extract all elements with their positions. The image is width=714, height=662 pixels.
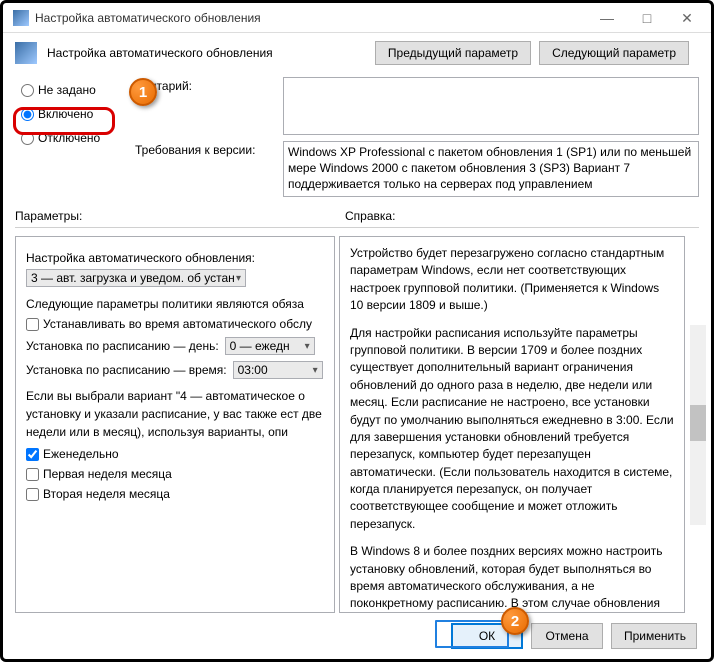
chevron-down-icon: ▾ (305, 341, 310, 352)
schedule-day-combo[interactable]: 0 — ежедн ▾ (225, 337, 315, 355)
schedule-time-value: 03:00 (238, 363, 268, 377)
outer-scrollbar[interactable] (689, 236, 707, 613)
params-label: Параметры: (15, 209, 345, 223)
chk-install-during-maintenance[interactable]: Устанавливать во время автоматического о… (26, 317, 326, 331)
param-option4-note: Если вы выбрали вариант "4 — автоматичес… (26, 387, 326, 441)
minimize-button[interactable]: — (587, 3, 627, 33)
help-label: Справка: (345, 209, 699, 223)
radio-disabled-input[interactable] (21, 132, 34, 145)
cancel-button[interactable]: Отмена (531, 623, 603, 649)
window-title: Настройка автоматического обновления (35, 11, 587, 25)
version-requirements[interactable]: Windows XP Professional с пакетом обновл… (283, 141, 699, 197)
chk-first-week-label: Первая неделя месяца (43, 467, 172, 481)
scrollbar-track[interactable] (690, 325, 706, 525)
chk-install-during-maintenance-label: Устанавливать во время автоматического о… (43, 317, 312, 331)
chk-first-week[interactable]: Первая неделя месяца (26, 467, 326, 481)
chk-weekly-input[interactable] (26, 448, 39, 461)
help-para-3: В Windows 8 и более поздних версиях можн… (350, 543, 674, 613)
chk-install-during-maintenance-input[interactable] (26, 318, 39, 331)
param-mandatory-note: Следующие параметры политики являются об… (26, 297, 326, 311)
comment-input[interactable] (283, 77, 699, 135)
state-radio-group: Не задано Включено Отключено (21, 77, 129, 197)
radio-disabled[interactable]: Отключено (21, 131, 129, 145)
radio-enabled[interactable]: Включено (21, 107, 129, 121)
chevron-down-icon: ▾ (313, 365, 318, 376)
policy-icon (15, 42, 37, 64)
footer: ОК Отмена Применить (3, 613, 711, 659)
chk-weekly[interactable]: Еженедельно (26, 447, 326, 461)
param-update-config-label: Настройка автоматического обновления: (26, 251, 326, 265)
radio-disabled-label: Отключено (38, 131, 100, 145)
annotation-marker-2: 2 (501, 607, 529, 635)
divider (15, 227, 699, 228)
chk-second-week[interactable]: Вторая неделя месяца (26, 487, 326, 501)
radio-not-configured[interactable]: Не задано (21, 83, 129, 97)
scrollbar-thumb[interactable] (690, 405, 706, 441)
close-button[interactable]: ✕ (667, 3, 707, 33)
version-text: Windows XP Professional с пакетом обновл… (288, 145, 691, 191)
maximize-button[interactable]: □ (627, 3, 667, 33)
chk-weekly-label: Еженедельно (43, 447, 119, 461)
comment-label: ментарий: (135, 77, 275, 135)
titlebar: Настройка автоматического обновления — □… (3, 3, 711, 33)
help-para-2: Для настройки расписания используйте пар… (350, 325, 674, 534)
radio-not-configured-input[interactable] (21, 84, 34, 97)
update-config-combo[interactable]: 3 — авт. загрузка и уведом. об устан ▾ (26, 269, 246, 287)
annotation-marker-1: 1 (129, 78, 157, 106)
next-setting-button[interactable]: Следующий параметр (539, 41, 689, 65)
param-schedule-day-label: Установка по расписанию — день: (26, 339, 219, 353)
update-config-value: 3 — авт. загрузка и уведом. об устан (31, 271, 235, 285)
param-schedule-time-label: Установка по расписанию — время: (26, 363, 227, 377)
help-pane[interactable]: Устройство будет перезагружено согласно … (339, 236, 685, 613)
radio-not-configured-label: Не задано (38, 83, 96, 97)
version-label: Требования к версии: (135, 141, 275, 197)
radio-enabled-input[interactable] (21, 108, 34, 121)
radio-enabled-label: Включено (38, 107, 93, 121)
chk-second-week-input[interactable] (26, 488, 39, 501)
app-icon (13, 10, 29, 26)
chevron-down-icon: ▾ (236, 273, 241, 284)
schedule-day-value: 0 — ежедн (230, 339, 290, 353)
header: Настройка автоматического обновления Пре… (3, 33, 711, 73)
apply-button[interactable]: Применить (611, 623, 697, 649)
prev-setting-button[interactable]: Предыдущий параметр (375, 41, 531, 65)
chk-second-week-label: Вторая неделя месяца (43, 487, 170, 501)
help-para-1: Устройство будет перезагружено согласно … (350, 245, 674, 315)
params-pane[interactable]: Настройка автоматического обновления: 3 … (15, 236, 335, 613)
schedule-time-combo[interactable]: 03:00 ▾ (233, 361, 323, 379)
policy-title: Настройка автоматического обновления (47, 46, 365, 60)
chk-first-week-input[interactable] (26, 468, 39, 481)
